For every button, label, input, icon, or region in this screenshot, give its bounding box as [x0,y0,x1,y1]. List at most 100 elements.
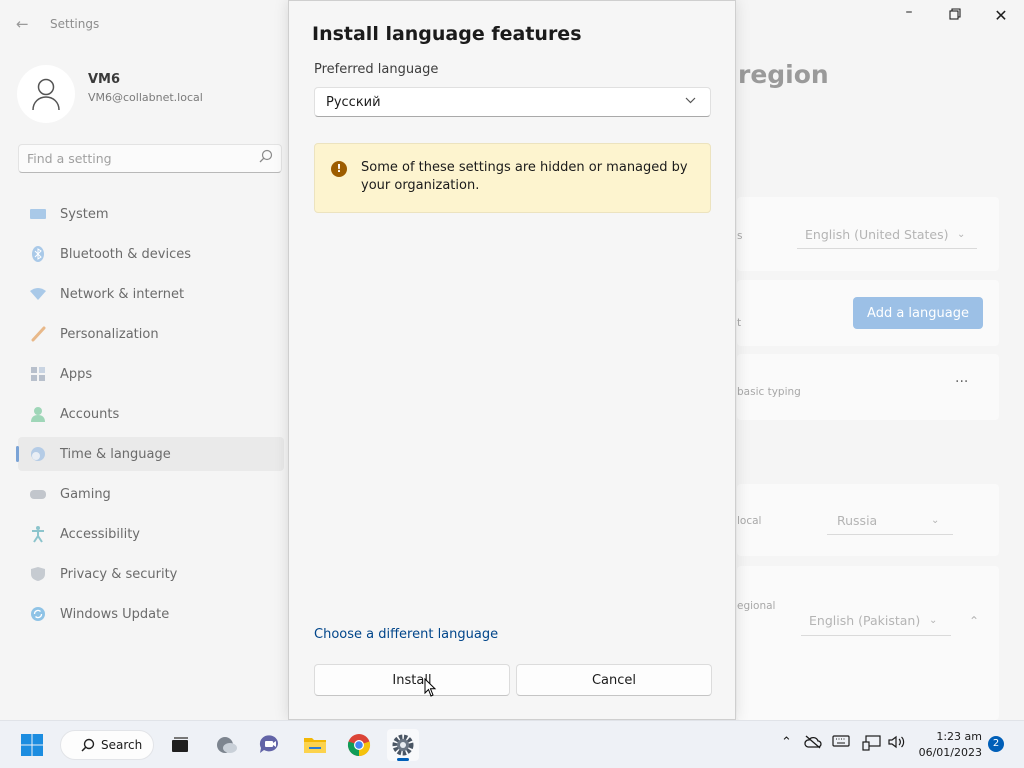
chevron-down-icon: ⌄ [957,229,966,240]
card-label: local [737,515,762,527]
language-select[interactable]: Русский [314,87,711,117]
person-icon [26,405,50,423]
update-icon [26,605,50,623]
network-icon[interactable] [862,735,882,755]
keyboard-icon[interactable] [832,735,850,751]
taskbar: Search ⌃ 1:23 am 06/01/2023 2 [0,720,1024,768]
back-arrow-icon[interactable]: ← [16,15,29,33]
chevron-down-icon: ⌄ [929,615,938,626]
sidebar-item-windows-update[interactable]: Windows Update [18,597,284,631]
sidebar-item-label: Privacy & security [60,566,178,582]
sidebar-item-label: Accessibility [60,526,140,542]
language-select-value: Русский [326,95,381,110]
sidebar-item-privacy[interactable]: Privacy & security [18,557,284,591]
find-setting-input[interactable]: Find a setting [18,144,282,173]
taskbar-search-label: Search [101,738,143,752]
install-button[interactable]: Install [314,664,510,696]
sidebar-item-apps[interactable]: Apps [18,357,284,391]
chevron-down-icon [685,96,696,107]
start-button[interactable] [16,729,48,761]
chrome-icon [347,734,371,757]
sidebar-item-time-language[interactable]: Time & language [16,437,284,471]
apps-icon [26,365,50,383]
clock-date[interactable]: 06/01/2023 [918,746,982,759]
sidebar-item-label: Windows Update [60,606,170,622]
weather-widget-icon [217,737,237,753]
globe-clock-icon [26,445,50,463]
chrome-button[interactable] [343,729,375,761]
card-label: egional [737,600,776,612]
sidebar-item-label: Gaming [60,486,111,502]
sidebar-item-label: Accounts [60,406,120,422]
choose-different-language-link[interactable]: Choose a different language [314,627,498,642]
sidebar-item-network[interactable]: Network & internet [18,277,284,311]
task-view-button[interactable] [164,729,196,761]
sidebar-item-label: System [60,206,109,222]
close-button[interactable]: ✕ [986,6,1016,25]
sidebar-item-label: Apps [60,366,93,382]
cancel-button[interactable]: Cancel [516,664,712,696]
windows-logo-icon [21,734,43,756]
add-language-button[interactable]: Add a language [853,297,983,329]
notification-badge[interactable]: 2 [988,736,1004,752]
folder-icon [304,738,326,753]
user-name: VM6 [88,72,121,87]
country-dropdown[interactable]: Russia ⌄ [827,505,953,535]
user-email: VM6@collabnet.local [88,91,203,104]
warning-icon: ! [331,161,347,177]
chevron-down-icon: ⌄ [931,515,940,526]
card-label: basic typing [737,386,801,398]
page-title: region [738,60,829,89]
taskbar-search-button[interactable]: Search [60,730,154,760]
clock-time[interactable]: 1:23 am [934,730,982,743]
search-icon [81,738,95,752]
brush-icon [26,325,50,343]
avatar[interactable] [17,65,75,123]
app-title: Settings [50,17,100,31]
infobar-message: Some of these settings are hidden or man… [361,160,688,193]
monitor-icon [26,205,50,223]
sidebar-item-label: Personalization [60,326,159,342]
accessibility-icon [26,525,50,543]
sidebar-item-accessibility[interactable]: Accessibility [18,517,284,551]
dialog-title: Install language features [312,23,582,45]
search-icon [259,149,273,163]
restore-button[interactable] [940,8,970,26]
install-language-dialog: Install language features Preferred lang… [288,0,736,720]
mouse-cursor-icon [424,678,437,697]
display-language-dropdown[interactable]: English (United States) ⌄ [797,219,977,249]
restore-icon [949,8,961,20]
show-hidden-icons-chevron-up-icon[interactable]: ⌃ [781,735,792,750]
sidebar-item-gaming[interactable]: Gaming [18,477,284,511]
chevron-up-icon[interactable]: ⌃ [969,614,979,628]
settings-taskbar-button[interactable] [387,729,419,761]
widgets-button[interactable] [211,729,243,761]
dropdown-value: Russia [837,513,878,528]
preferred-language-label: Preferred language [314,62,439,77]
gear-icon [392,734,414,756]
wifi-icon [26,285,50,303]
sidebar-item-accounts[interactable]: Accounts [18,397,284,431]
task-view-icon [172,737,188,752]
onedrive-cloud-icon[interactable] [804,735,822,753]
language-item-card[interactable]: basic typing ··· [737,354,999,420]
sidebar-item-label: Bluetooth & devices [60,246,191,262]
file-explorer-button[interactable] [299,729,331,761]
sidebar-item-bluetooth[interactable]: Bluetooth & devices [18,237,284,271]
dropdown-value: English (Pakistan) [809,613,921,628]
volume-icon[interactable] [888,735,906,753]
dropdown-value: English (United States) [805,227,949,242]
bluetooth-icon [26,245,50,263]
more-options-icon[interactable]: ··· [955,374,968,390]
sidebar-item-personalization[interactable]: Personalization [18,317,284,351]
teams-chat-button[interactable] [254,729,286,761]
managed-settings-infobar: ! Some of these settings are hidden or m… [314,143,711,213]
sidebar-item-label: Network & internet [60,286,185,302]
regional-format-dropdown[interactable]: English (Pakistan) ⌄ [801,606,951,636]
card-label: s [737,230,743,242]
sidebar-item-system[interactable]: System [18,197,284,231]
minimize-button[interactable]: – [894,4,924,22]
display-language-card: s English (United States) ⌄ [737,197,999,271]
person-icon [32,78,60,111]
country-region-card: local Russia ⌄ [737,484,999,556]
